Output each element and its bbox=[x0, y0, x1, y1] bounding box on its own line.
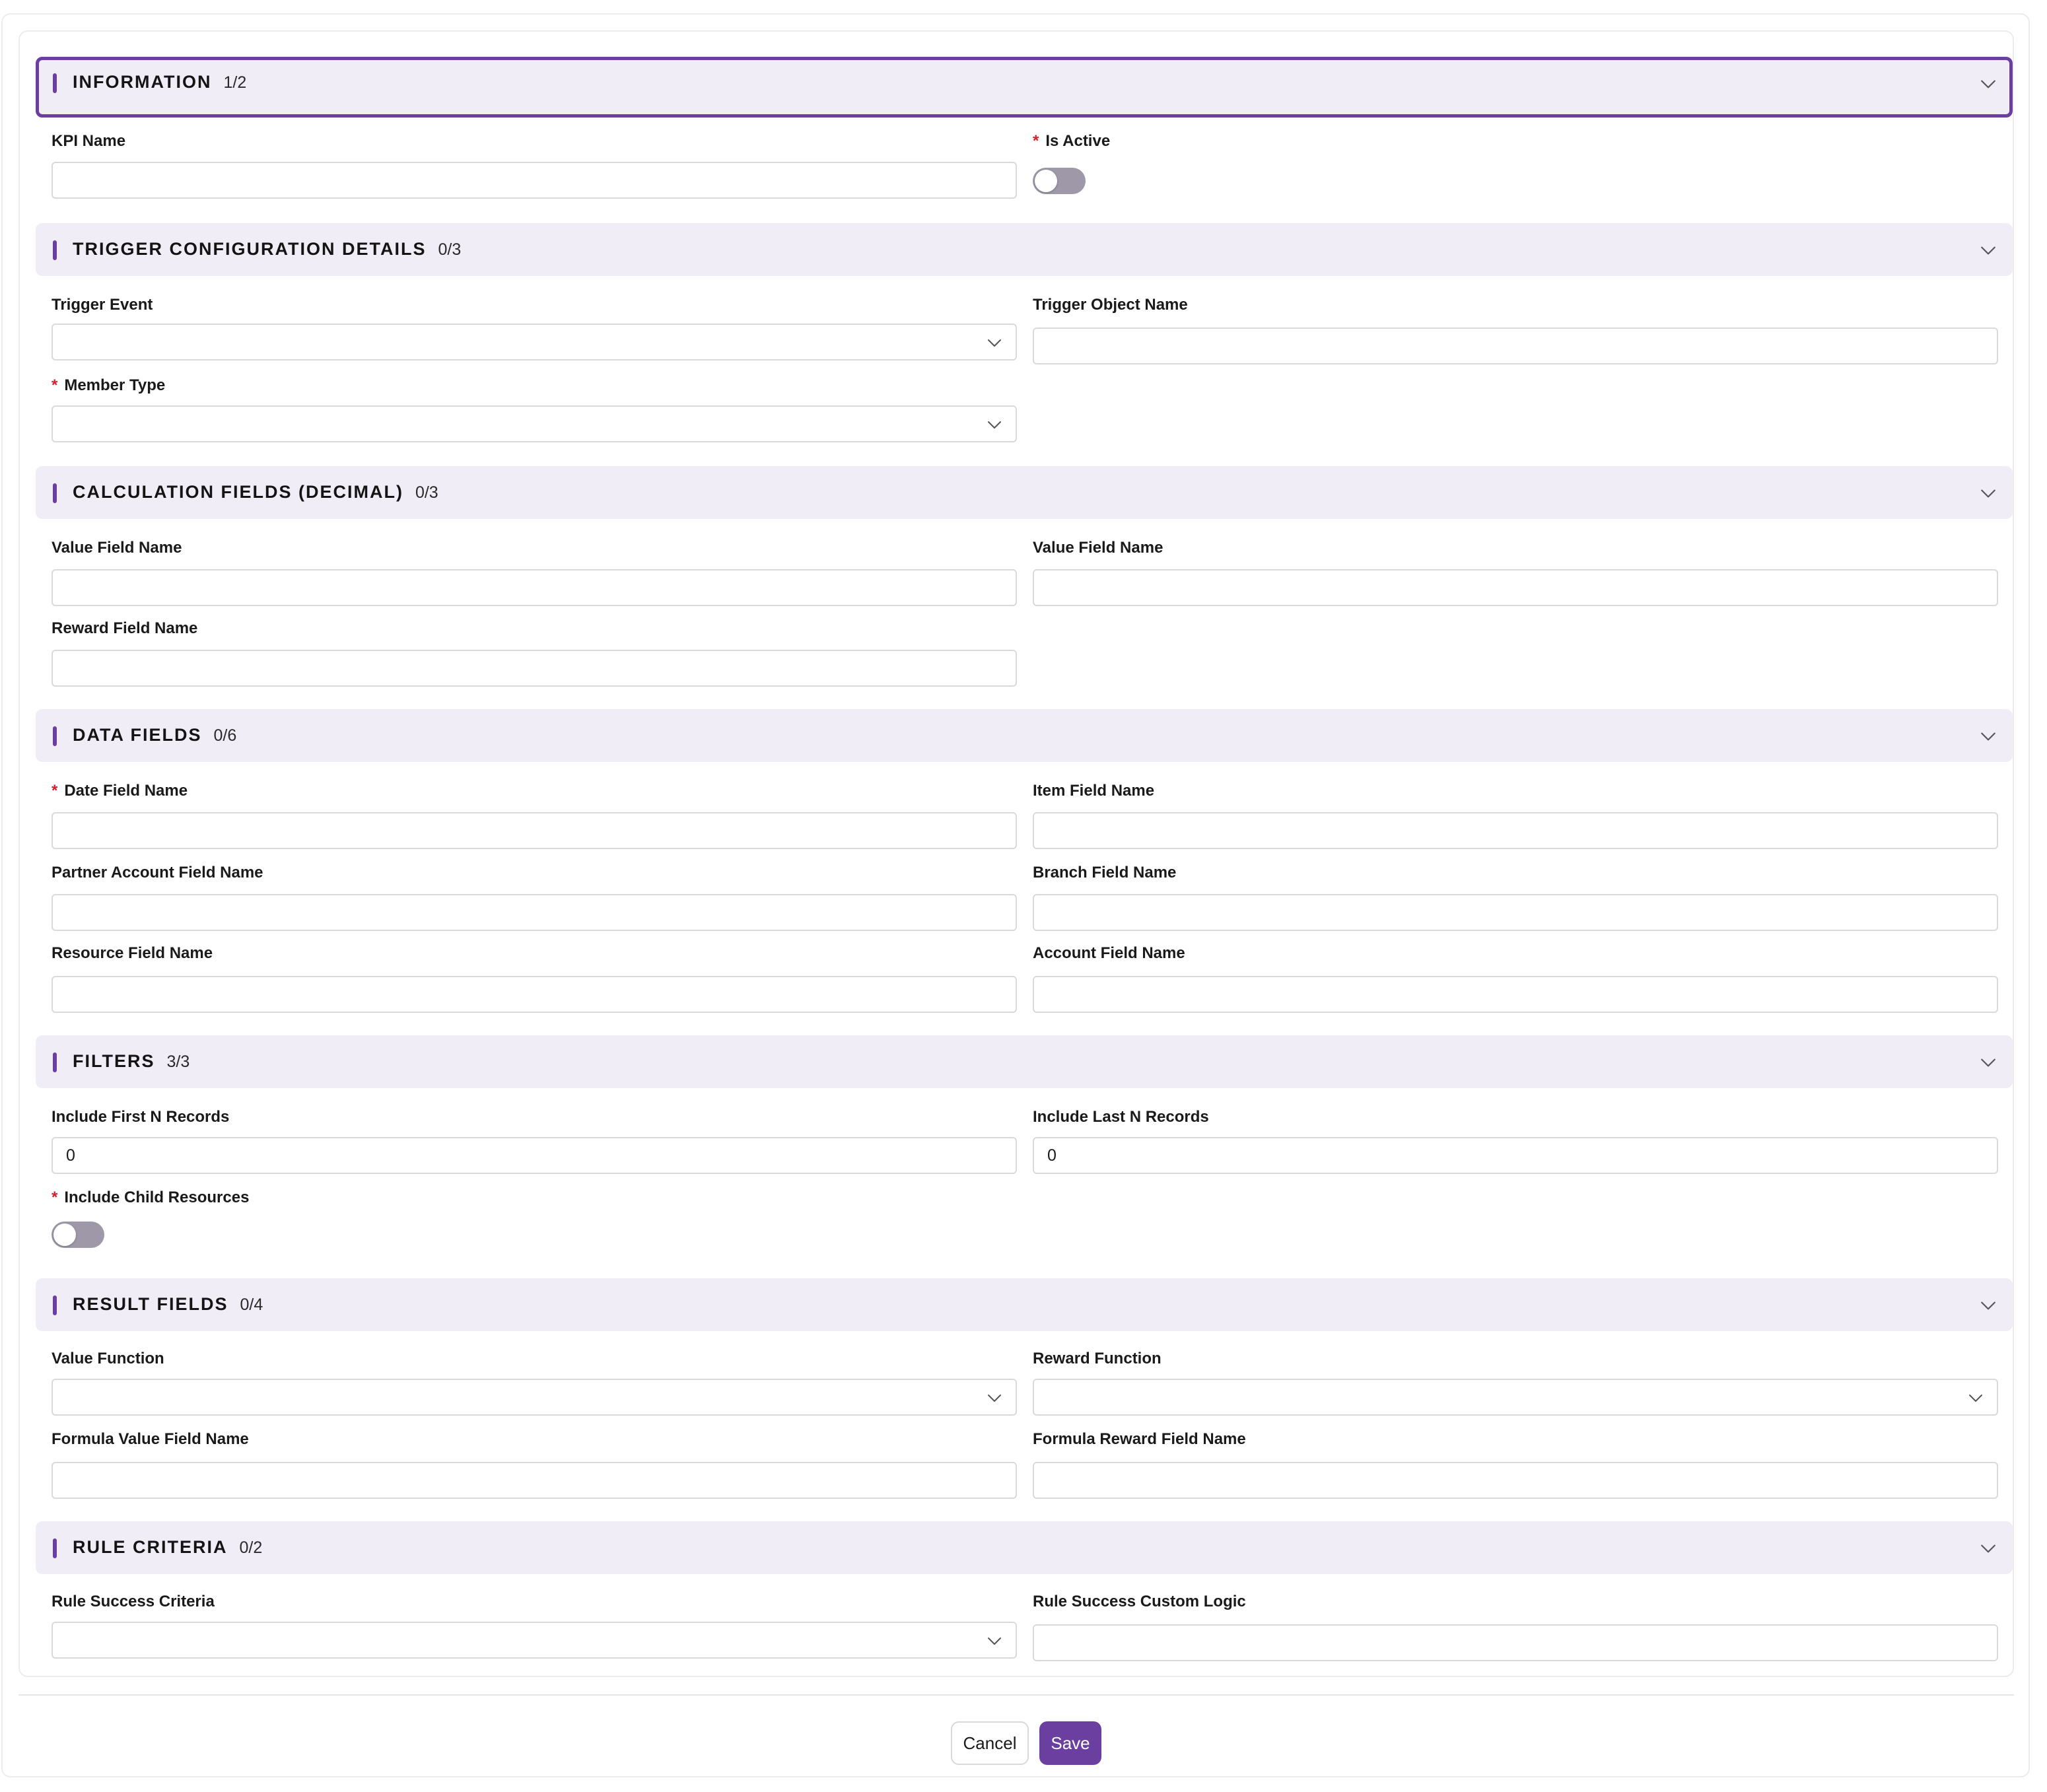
reward-function-select[interactable] bbox=[1033, 1379, 1998, 1416]
save-button[interactable]: Save bbox=[1039, 1721, 1101, 1765]
reward-field-name-input[interactable] bbox=[52, 650, 1017, 687]
section-header-filters[interactable]: FILTERS 3/3 bbox=[36, 1035, 2013, 1088]
value-field-name-label: Value Field Name bbox=[52, 539, 182, 557]
rule-success-custom-logic-input[interactable] bbox=[1033, 1624, 1998, 1661]
section-count: 1/2 bbox=[223, 73, 247, 92]
page-container: INFORMATION 1/2 KPI Name * Is Active TRIGG… bbox=[1, 13, 2030, 1777]
member-type-label: * Member Type bbox=[52, 376, 166, 394]
formula-value-field-name-input[interactable] bbox=[52, 1462, 1017, 1499]
partner-account-field-name-label: Partner Account Field Name bbox=[52, 864, 263, 881]
section-accent-bar bbox=[53, 73, 57, 93]
resource-field-name-label: Resource Field Name bbox=[52, 944, 213, 962]
date-field-name-input[interactable] bbox=[52, 812, 1017, 849]
section-title: TRIGGER CONFIGURATION DETAILS 0/3 bbox=[73, 239, 462, 259]
item-field-name-label: Item Field Name bbox=[1033, 782, 1155, 800]
kpi-name-input[interactable] bbox=[52, 162, 1017, 199]
section-count: 0/3 bbox=[438, 240, 462, 259]
footer-divider bbox=[18, 1694, 2014, 1696]
section-accent-bar bbox=[53, 1538, 57, 1558]
include-first-n-records-input[interactable] bbox=[52, 1137, 1017, 1174]
section-header-data-fields[interactable]: DATA FIELDS 0/6 bbox=[36, 709, 2013, 762]
section-title: FILTERS 3/3 bbox=[73, 1051, 190, 1071]
chevron-down-icon bbox=[987, 417, 1002, 432]
formula-value-field-name-label: Formula Value Field Name bbox=[52, 1430, 249, 1448]
trigger-event-select[interactable] bbox=[52, 324, 1017, 361]
section-title: RESULT FIELDS 0/4 bbox=[73, 1294, 263, 1314]
section-header-information[interactable]: INFORMATION 1/2 bbox=[36, 57, 2013, 118]
section-accent-bar bbox=[53, 483, 57, 503]
value-field-name-label-2: Value Field Name bbox=[1033, 539, 1163, 557]
date-field-name-label: * Date Field Name bbox=[52, 782, 188, 800]
rule-success-criteria-label: Rule Success Criteria bbox=[52, 1593, 215, 1610]
include-last-n-records-input[interactable] bbox=[1033, 1137, 1998, 1174]
section-count: 0/6 bbox=[213, 726, 237, 745]
chevron-down-icon bbox=[987, 335, 1002, 351]
formula-reward-field-name-label: Formula Reward Field Name bbox=[1033, 1430, 1246, 1448]
section-accent-bar bbox=[53, 240, 57, 260]
kpi-form: INFORMATION 1/2 KPI Name * Is Active TRIGG… bbox=[18, 30, 2014, 1677]
chevron-down-icon bbox=[987, 1633, 1002, 1649]
member-type-select[interactable] bbox=[52, 405, 1017, 442]
chevron-down-icon[interactable] bbox=[1980, 485, 1997, 502]
section-accent-bar bbox=[53, 726, 57, 746]
partner-account-field-name-input[interactable] bbox=[52, 894, 1017, 931]
trigger-object-name-label: Trigger Object Name bbox=[1033, 296, 1188, 314]
required-marker: * bbox=[52, 782, 58, 800]
value-field-name-input-2[interactable] bbox=[1033, 569, 1998, 606]
required-marker: * bbox=[52, 1189, 58, 1206]
section-accent-bar bbox=[53, 1052, 57, 1072]
branch-field-name-input[interactable] bbox=[1033, 894, 1998, 931]
is-active-label: * Is Active bbox=[1033, 132, 1111, 150]
chevron-down-icon[interactable] bbox=[1980, 75, 1997, 92]
value-function-select[interactable] bbox=[52, 1379, 1017, 1416]
section-title: INFORMATION 1/2 bbox=[73, 72, 247, 92]
resource-field-name-input[interactable] bbox=[52, 976, 1017, 1013]
value-function-label: Value Function bbox=[52, 1350, 164, 1367]
account-field-name-label: Account Field Name bbox=[1033, 944, 1185, 962]
chevron-down-icon[interactable] bbox=[1980, 1540, 1997, 1557]
section-header-rule-criteria[interactable]: RULE CRITERIA 0/2 bbox=[36, 1521, 2013, 1574]
kpi-name-label: KPI Name bbox=[52, 132, 126, 150]
section-title: CALCULATION FIELDS (DECIMAL) 0/3 bbox=[73, 482, 438, 502]
chevron-down-icon bbox=[987, 1390, 1002, 1406]
section-header-result-fields[interactable]: RESULT FIELDS 0/4 bbox=[36, 1278, 2013, 1331]
is-active-toggle[interactable] bbox=[1033, 168, 1086, 194]
section-header-calculation-fields[interactable]: CALCULATION FIELDS (DECIMAL) 0/3 bbox=[36, 466, 2013, 519]
reward-field-name-label: Reward Field Name bbox=[52, 619, 198, 637]
formula-reward-field-name-input[interactable] bbox=[1033, 1462, 1998, 1499]
rule-success-criteria-select[interactable] bbox=[52, 1622, 1017, 1659]
chevron-down-icon[interactable] bbox=[1980, 728, 1997, 745]
toggle-knob bbox=[53, 1223, 76, 1246]
section-header-trigger-configuration[interactable]: TRIGGER CONFIGURATION DETAILS 0/3 bbox=[36, 223, 2013, 276]
section-title: DATA FIELDS 0/6 bbox=[73, 725, 237, 745]
section-count: 3/3 bbox=[166, 1052, 190, 1071]
section-count: 0/4 bbox=[240, 1295, 263, 1314]
include-child-resources-label: * Include Child Resources bbox=[52, 1189, 250, 1206]
account-field-name-input[interactable] bbox=[1033, 976, 1998, 1013]
chevron-down-icon[interactable] bbox=[1980, 242, 1997, 259]
section-count: 0/3 bbox=[415, 483, 438, 502]
required-marker: * bbox=[1033, 132, 1039, 150]
section-count: 0/2 bbox=[239, 1538, 263, 1557]
section-title: RULE CRITERIA 0/2 bbox=[73, 1537, 263, 1557]
rule-success-custom-logic-label: Rule Success Custom Logic bbox=[1033, 1593, 1246, 1610]
include-first-n-records-label: Include First N Records bbox=[52, 1108, 230, 1126]
trigger-event-label: Trigger Event bbox=[52, 296, 153, 314]
trigger-object-name-input[interactable] bbox=[1033, 327, 1998, 364]
required-marker: * bbox=[52, 376, 58, 394]
include-last-n-records-label: Include Last N Records bbox=[1033, 1108, 1209, 1126]
cancel-button[interactable]: Cancel bbox=[951, 1721, 1029, 1765]
branch-field-name-label: Branch Field Name bbox=[1033, 864, 1177, 881]
item-field-name-input[interactable] bbox=[1033, 812, 1998, 849]
reward-function-label: Reward Function bbox=[1033, 1350, 1162, 1367]
include-child-resources-toggle[interactable] bbox=[52, 1222, 104, 1248]
chevron-down-icon bbox=[1968, 1390, 1984, 1406]
toggle-knob bbox=[1035, 170, 1057, 192]
section-accent-bar bbox=[53, 1295, 57, 1315]
chevron-down-icon[interactable] bbox=[1980, 1297, 1997, 1314]
value-field-name-input[interactable] bbox=[52, 569, 1017, 606]
chevron-down-icon[interactable] bbox=[1980, 1054, 1997, 1071]
